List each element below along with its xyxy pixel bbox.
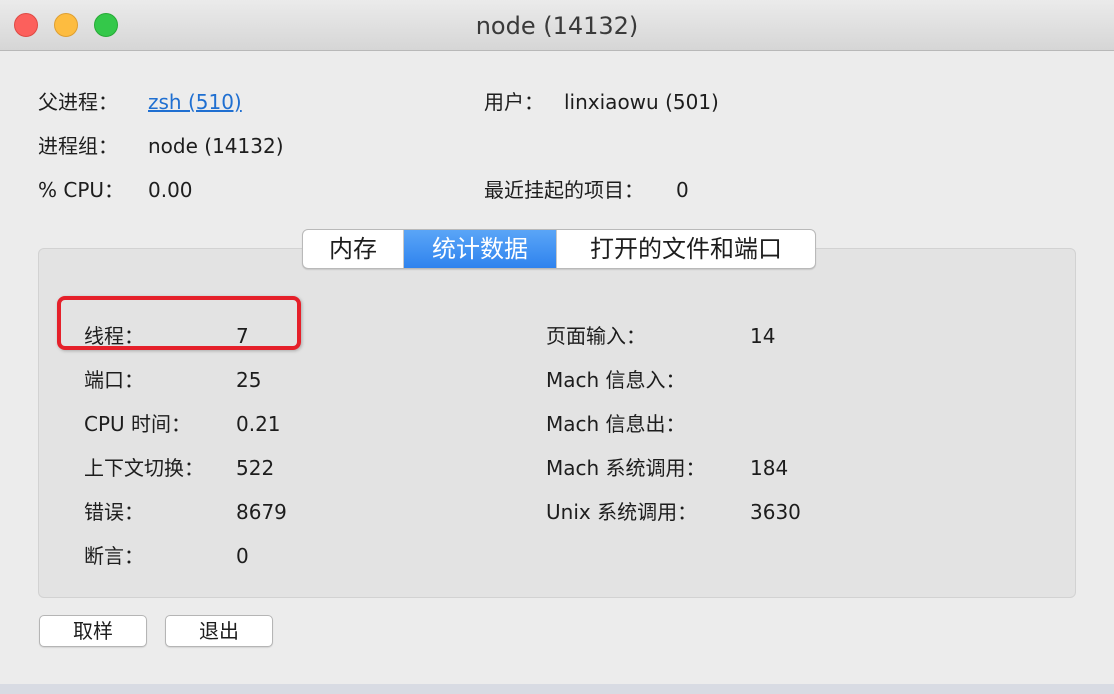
faults-value: 8679 bbox=[236, 500, 287, 524]
mach-system-calls-value: 184 bbox=[750, 456, 789, 480]
cpu-percent-value: 0.00 bbox=[148, 178, 193, 202]
tab-statistics[interactable]: 统计数据 bbox=[403, 230, 556, 268]
window-title: node (14132) bbox=[475, 12, 639, 40]
process-inspector-window: node (14132) 父进程： zsh (510) 用户： linxiaow… bbox=[0, 0, 1114, 694]
process-group-label: 进程组： bbox=[38, 134, 118, 158]
faults-label: 错误： bbox=[84, 500, 144, 524]
mach-messages-out-label: Mach 信息出： bbox=[546, 412, 686, 436]
cpu-time-label: CPU 时间： bbox=[84, 412, 192, 436]
parent-process-link[interactable]: zsh (510) bbox=[148, 90, 242, 114]
process-group-value: node (14132) bbox=[148, 134, 284, 158]
mach-system-calls-label: Mach 系统调用： bbox=[546, 456, 706, 480]
cpu-time-value: 0.21 bbox=[236, 412, 281, 436]
background-window-strip bbox=[0, 684, 1114, 694]
ports-value: 25 bbox=[236, 368, 262, 392]
parent-process-label: 父进程： bbox=[38, 90, 118, 114]
tab-memory[interactable]: 内存 bbox=[303, 230, 403, 268]
title-bar[interactable]: node (14132) bbox=[0, 0, 1114, 51]
recent-hangs-label: 最近挂起的项目： bbox=[484, 178, 644, 202]
quit-button[interactable]: 退出 bbox=[165, 615, 273, 647]
user-label: 用户： bbox=[484, 90, 544, 114]
recent-hangs-value: 0 bbox=[676, 178, 689, 202]
context-switches-value: 522 bbox=[236, 456, 275, 480]
unix-system-calls-value: 3630 bbox=[750, 500, 801, 524]
ports-label: 端口： bbox=[84, 368, 144, 392]
threads-highlight-annotation bbox=[57, 296, 301, 350]
mach-messages-in-label: Mach 信息入： bbox=[546, 368, 686, 392]
assertions-value: 0 bbox=[236, 544, 249, 568]
page-ins-value: 14 bbox=[750, 324, 776, 348]
sample-button[interactable]: 取样 bbox=[39, 615, 147, 647]
tab-open-files-and-ports[interactable]: 打开的文件和端口 bbox=[556, 230, 815, 268]
assertions-label: 断言： bbox=[84, 544, 144, 568]
page-ins-label: 页面输入： bbox=[546, 324, 646, 348]
tab-bar: 内存 统计数据 打开的文件和端口 bbox=[302, 229, 816, 269]
user-value: linxiaowu (501) bbox=[564, 90, 719, 114]
unix-system-calls-label: Unix 系统调用： bbox=[546, 500, 698, 524]
cpu-percent-label: % CPU： bbox=[38, 178, 125, 202]
context-switches-label: 上下文切换： bbox=[84, 456, 204, 480]
